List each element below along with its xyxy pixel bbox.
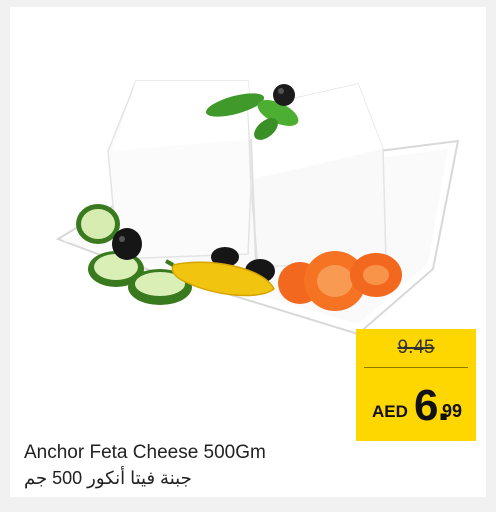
currency-label: AED (372, 402, 408, 421)
old-price-row: 9.45 (356, 329, 476, 369)
price-tag: 9.45 AED 6. 99 (356, 329, 476, 441)
product-name-arabic: جبنة فيتا أنكور 500 جم (24, 468, 192, 488)
product-name-english: Anchor Feta Cheese 500Gm (24, 442, 266, 463)
old-price: 9.45 (397, 337, 435, 358)
price-decimal: 99 (442, 401, 463, 421)
product-card[interactable]: 9.45 AED 6. 99 Anchor Feta Cheese 500Gm … (10, 7, 486, 497)
price-divider (364, 367, 468, 368)
product-image (55, 80, 460, 336)
